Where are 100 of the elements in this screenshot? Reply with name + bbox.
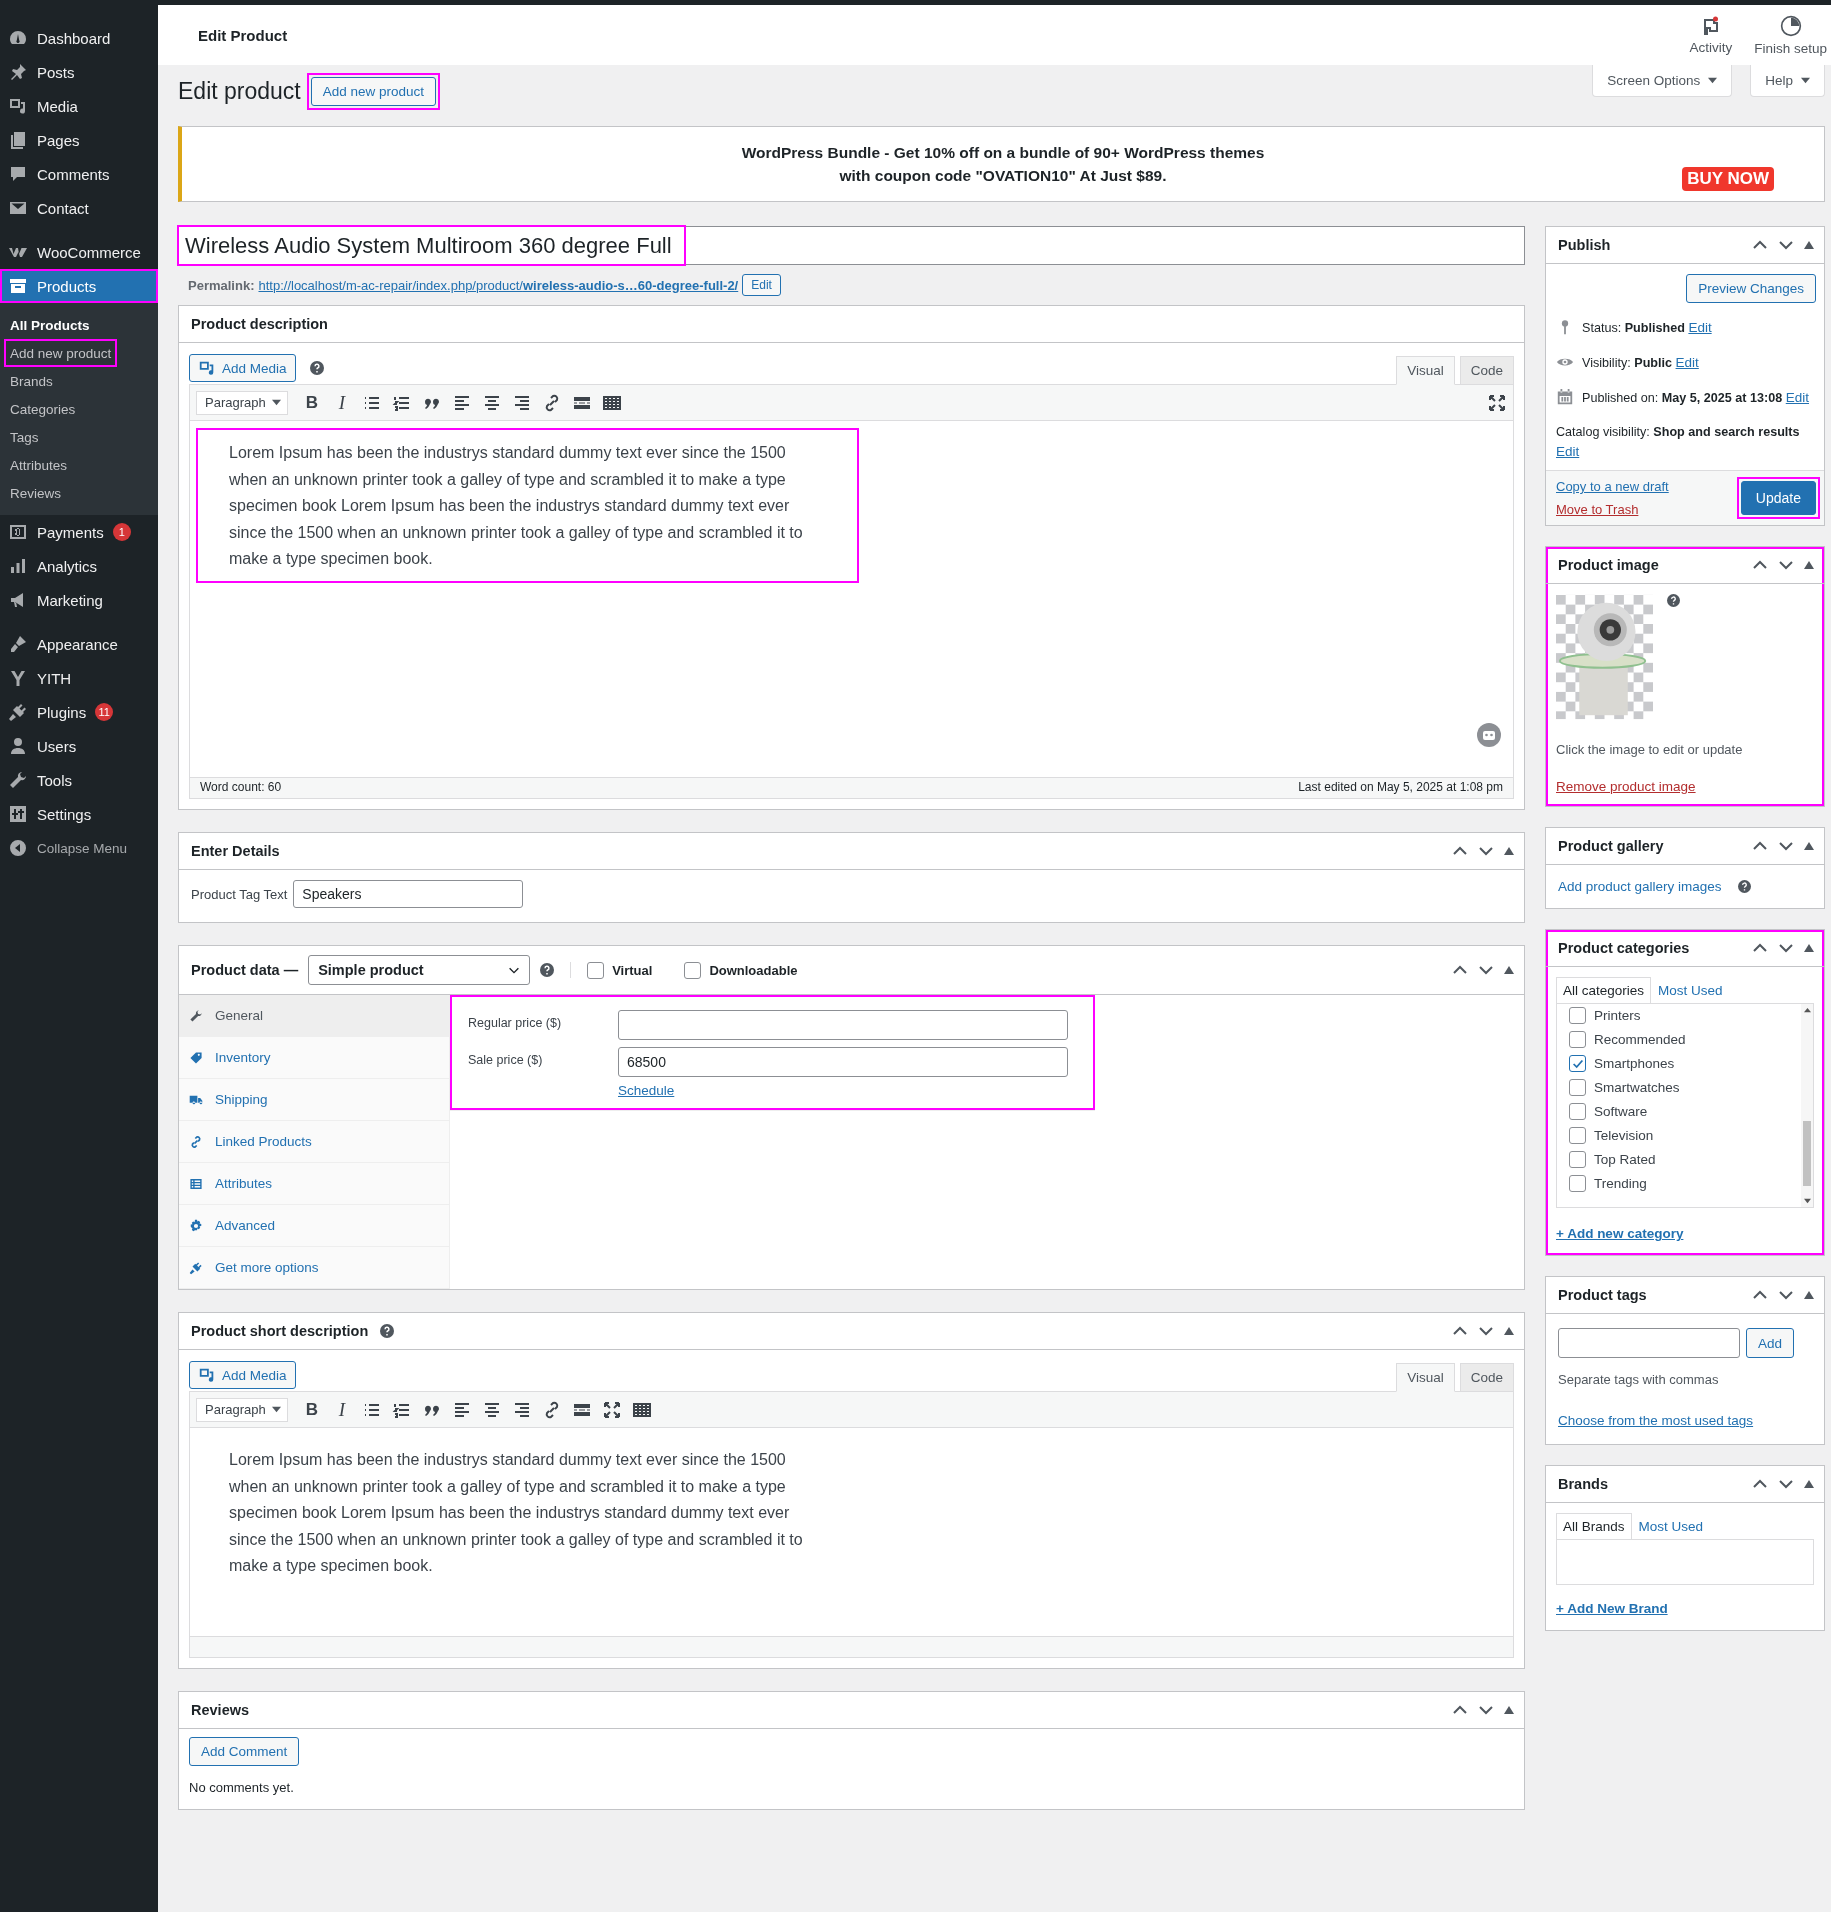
triangle-icon[interactable] <box>1804 943 1814 953</box>
checkbox[interactable] <box>587 961 605 979</box>
editor-tab[interactable]: Visual <box>1396 356 1455 385</box>
product-type-select[interactable]: Simple product <box>308 955 531 985</box>
menu-item[interactable]: Dashboard <box>0 21 158 55</box>
tag-text-field[interactable]: Speakers <box>293 880 524 908</box>
most-used-tags-link[interactable]: Choose from the most used tags <box>1558 1413 1754 1428</box>
trash-link[interactable]: Move to Trash <box>1556 502 1639 517</box>
checkbox[interactable] <box>1569 1127 1586 1144</box>
header-action[interactable]: Finish setup <box>1750 5 1831 65</box>
price-field[interactable]: 68500 <box>618 1047 1068 1077</box>
product-data-tab[interactable]: Shipping <box>179 1079 449 1121</box>
checkbox[interactable] <box>1569 1175 1586 1192</box>
brand-tab[interactable]: All Brands <box>1556 1513 1632 1540</box>
italic-button[interactable]: I <box>332 1398 352 1421</box>
scroll-up-icon[interactable] <box>1803 1007 1811 1014</box>
menu-item[interactable]: WooCommerce <box>0 235 158 269</box>
submenu-item[interactable]: Reviews <box>4 479 67 507</box>
checkbox[interactable] <box>1569 1079 1586 1096</box>
italic-button[interactable]: I <box>332 391 352 414</box>
checkbox[interactable] <box>1569 1055 1586 1072</box>
scrollbar[interactable] <box>1801 1004 1813 1207</box>
copy-draft-link[interactable]: Copy to a new draft <box>1556 479 1669 494</box>
triangle-icon[interactable] <box>1804 560 1814 570</box>
tag-input-field[interactable] <box>1558 1328 1740 1358</box>
edit-link[interactable]: Edit <box>1785 390 1809 405</box>
menu-item[interactable]: Analytics <box>0 549 158 583</box>
editor-text[interactable]: Lorem Ipsum has been the industrys standard dummy text ever since the 1500 when an unknown printer took a galley of type and scrambled it to make a type specimen book Lorem Ipsum has been the industrys standard dummy text ever since the 1500 when an unknown printer took a galley of type and scrambled it to make a type specimen book. <box>196 428 859 583</box>
edit-link[interactable]: Edit <box>1556 444 1580 459</box>
checkbox[interactable] <box>684 961 702 979</box>
checkbox[interactable] <box>1569 1031 1586 1048</box>
product-data-tab[interactable]: Advanced <box>179 1205 449 1247</box>
menu-item[interactable]: Tools <box>0 763 158 797</box>
product-data-tab[interactable]: Inventory <box>179 1037 449 1079</box>
product-data-tab[interactable]: Get more options <box>179 1247 449 1289</box>
menu-item[interactable]: Collapse Menu <box>0 831 158 865</box>
help-icon[interactable] <box>380 1324 395 1338</box>
remove-image-link[interactable]: Remove product image <box>1556 779 1696 794</box>
submenu-item[interactable]: Brands <box>4 367 59 395</box>
schedule-link[interactable]: Schedule <box>618 1083 675 1098</box>
triangle-icon[interactable] <box>1804 240 1814 250</box>
editor-tab[interactable]: Code <box>1459 1363 1514 1392</box>
editor-text[interactable]: Lorem Ipsum has been the industrys standard dummy text ever since the 1500 when an unknown printer took a galley of type and scrambled it to make a type specimen book Lorem Ipsum has been the industrys standard dummy text ever since the 1500 when an unknown printer took a galley of type and scrambled it to make a type specimen book. <box>196 1435 859 1590</box>
menu-item[interactable]: Plugins 11 <box>0 695 158 729</box>
menu-item[interactable]: Pages <box>0 123 158 157</box>
submenu-item[interactable]: Add new product <box>4 339 118 367</box>
title-field[interactable]: Wireless Audio System Multiroom 360 degree Full <box>178 226 1525 265</box>
triangle-icon[interactable] <box>1504 965 1514 975</box>
add-new-product-button[interactable]: Add new product <box>310 77 437 106</box>
add-brand-link[interactable]: + Add New Brand <box>1556 1601 1668 1616</box>
product-data-tab[interactable]: General <box>179 995 449 1037</box>
fullscreen-icon[interactable] <box>1487 392 1507 413</box>
submenu-item[interactable]: All Products <box>4 311 96 339</box>
buy-now-button[interactable]: BUY NOW <box>1682 167 1774 191</box>
menu-item[interactable]: Contact <box>0 191 158 225</box>
product-data-tab[interactable]: Linked Products <box>179 1121 449 1163</box>
help-tab[interactable]: Help <box>1750 65 1825 97</box>
help-icon[interactable] <box>309 361 324 375</box>
menu-item[interactable]: Posts <box>0 55 158 89</box>
add-media-button[interactable]: Add Media <box>189 1361 296 1389</box>
header-action[interactable]: Activity <box>1685 5 1737 65</box>
triangle-icon[interactable] <box>1504 1705 1514 1715</box>
category-tab[interactable]: All categories <box>1556 977 1652 1004</box>
brand-tab[interactable]: Most Used <box>1631 1513 1711 1540</box>
triangle-icon[interactable] <box>1504 846 1514 856</box>
help-icon[interactable] <box>1737 880 1751 893</box>
help-icon[interactable] <box>540 963 555 977</box>
category-tab[interactable]: Most Used <box>1651 977 1730 1004</box>
robot-icon[interactable] <box>1477 723 1501 747</box>
triangle-icon[interactable] <box>1804 841 1814 851</box>
menu-item[interactable]: Users <box>0 729 158 763</box>
add-comment-button[interactable]: Add Comment <box>189 1737 300 1766</box>
format-select[interactable]: Paragraph <box>196 1397 288 1422</box>
menu-item[interactable]: YITH <box>0 661 158 695</box>
submenu-item[interactable]: Categories <box>4 395 82 423</box>
preview-changes-button[interactable]: Preview Changes <box>1686 274 1816 303</box>
add-gallery-link[interactable]: Add product gallery images <box>1558 879 1722 894</box>
editor-tab[interactable]: Visual <box>1396 1363 1455 1392</box>
edit-permalink-button[interactable]: Edit <box>742 274 781 296</box>
menu-item[interactable]: Media <box>0 89 158 123</box>
triangle-icon[interactable] <box>1804 1479 1814 1489</box>
add-category-link[interactable]: + Add new category <box>1556 1226 1684 1241</box>
fullscreen-icon[interactable] <box>602 1399 622 1420</box>
add-media-button[interactable]: Add Media <box>189 354 296 382</box>
scroll-down-icon[interactable] <box>1803 1197 1811 1204</box>
price-field[interactable] <box>618 1010 1068 1040</box>
checkbox[interactable] <box>1569 1007 1586 1024</box>
menu-item[interactable]: Appearance <box>0 627 158 661</box>
edit-link[interactable]: Edit <box>1675 355 1699 370</box>
triangle-icon[interactable] <box>1504 1326 1514 1336</box>
screen-options-tab[interactable]: Screen Options <box>1592 65 1733 97</box>
product-data-tab[interactable]: Attributes <box>179 1163 449 1205</box>
format-select[interactable]: Paragraph <box>196 390 288 415</box>
checkbox[interactable] <box>1569 1151 1586 1168</box>
menu-item[interactable]: Comments <box>0 157 158 191</box>
update-button[interactable]: Update <box>1740 481 1816 515</box>
checkbox[interactable] <box>1569 1103 1586 1120</box>
help-icon[interactable] <box>1667 594 1680 607</box>
bold-button[interactable]: B <box>302 392 322 413</box>
menu-item[interactable]: Settings <box>0 797 158 831</box>
